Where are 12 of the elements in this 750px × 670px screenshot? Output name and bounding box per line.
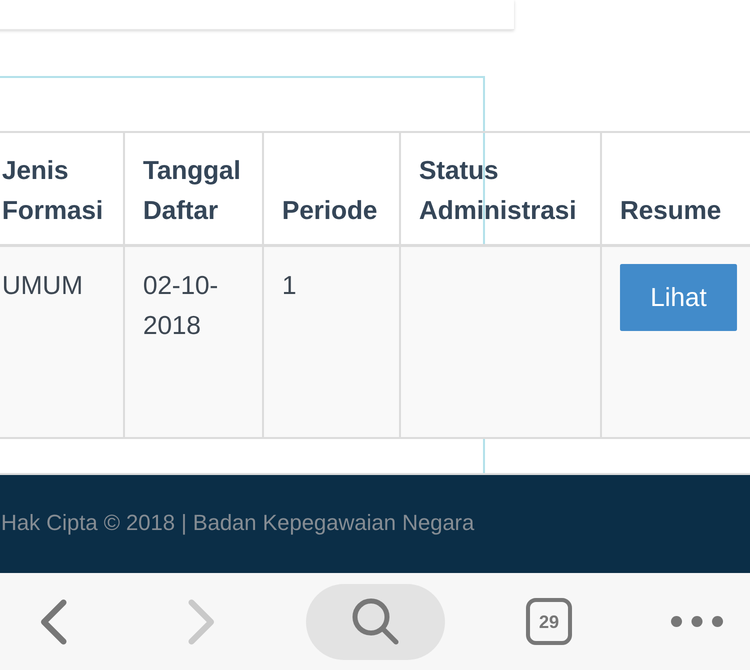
back-button[interactable]	[40, 598, 67, 644]
table-cell: 1	[263, 245, 400, 438]
table-cell: 02-10-2018	[124, 245, 263, 438]
more-button[interactable]	[671, 616, 723, 627]
table-cell: UMUM	[0, 245, 124, 438]
chevron-left-icon	[40, 598, 67, 644]
more-icon	[671, 616, 723, 627]
chevron-right-icon	[188, 598, 215, 644]
view-button[interactable]: Lihat	[620, 264, 737, 330]
copyright-text: Hak Cipta © 2018 | Badan Kepegawaian Negara	[1, 510, 474, 536]
search-icon	[352, 598, 399, 645]
tabs-button[interactable]: 29	[526, 598, 572, 645]
